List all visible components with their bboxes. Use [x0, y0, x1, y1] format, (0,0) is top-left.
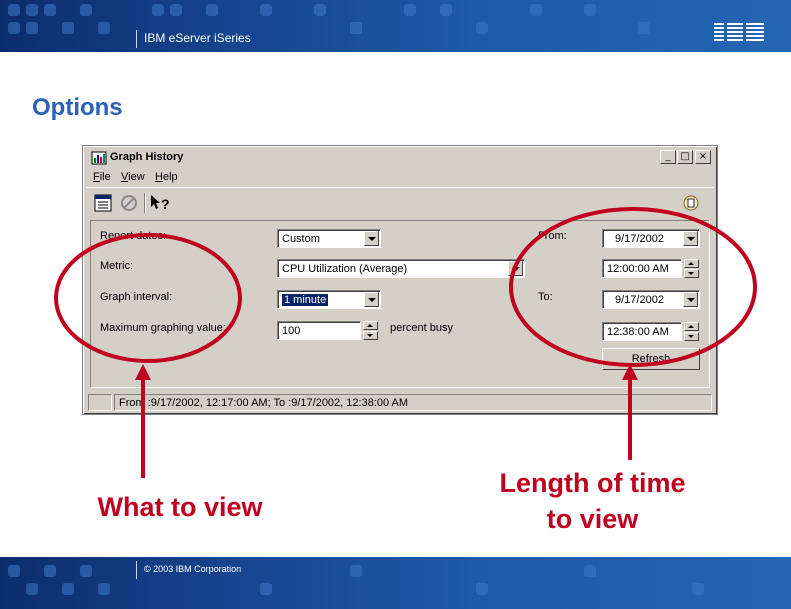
status-cell-icon: [88, 394, 112, 411]
maximize-button[interactable]: □: [677, 150, 693, 164]
to-time-spinner[interactable]: [684, 322, 699, 341]
spin-up-icon[interactable]: [684, 322, 699, 331]
ibm-logo: [714, 23, 764, 41]
spin-down-icon[interactable]: [363, 331, 378, 340]
graph-interval-label: Graph interval:: [100, 291, 173, 303]
header-banner: IBM eServer iSeries: [0, 0, 791, 52]
from-date-value: 9/17/2002: [615, 233, 664, 245]
menu-help-rest: elp: [162, 171, 178, 183]
max-value-text: 100: [282, 325, 301, 337]
status-text: From :9/17/2002, 12:17:00 AM; To :9/17/2…: [114, 394, 712, 411]
chevron-down-icon[interactable]: [364, 292, 379, 307]
window-title: Graph History: [110, 151, 184, 163]
window-titlebar[interactable]: Graph History _ □ ×: [86, 149, 714, 167]
menubar: File View Help: [86, 169, 714, 186]
footer-pattern: [8, 565, 704, 595]
graph-history-window: Graph History _ □ × File View Help ? Rep…: [82, 145, 718, 415]
spin-down-icon[interactable]: [684, 269, 699, 278]
report-dates-select[interactable]: Custom: [277, 229, 381, 248]
status-indicator-icon: [683, 195, 699, 211]
spin-down-icon[interactable]: [684, 332, 699, 341]
max-value-unit: percent busy: [390, 322, 453, 334]
to-label: To:: [538, 291, 553, 303]
to-date-value: 9/17/2002: [615, 294, 664, 306]
metric-select[interactable]: CPU Utilization (Average): [277, 259, 525, 278]
spin-up-icon[interactable]: [684, 259, 699, 268]
footer-divider: [136, 561, 137, 579]
copyright: © 2003 IBM Corporation: [144, 564, 242, 574]
to-time-value: 12:38:00 AM: [607, 326, 669, 338]
footer-banner: © 2003 IBM Corporation: [0, 557, 791, 609]
length-of-time-line1: Length of time: [499, 468, 686, 498]
from-time-input[interactable]: 12:00:00 AM: [602, 259, 682, 278]
svg-text:?: ?: [161, 196, 170, 212]
from-time-spinner[interactable]: [684, 259, 699, 278]
menu-view[interactable]: View: [121, 171, 145, 183]
toolbar-divider: [144, 193, 146, 213]
chevron-down-icon[interactable]: [364, 231, 379, 246]
max-value-input[interactable]: 100: [277, 321, 361, 340]
max-value-spinner[interactable]: [363, 321, 378, 340]
minimize-button[interactable]: _: [660, 150, 676, 164]
max-value-label: Maximum graphing value:: [100, 322, 226, 334]
to-time-input[interactable]: 12:38:00 AM: [602, 322, 682, 341]
report-dates-label: Report dates:: [100, 230, 167, 242]
toolbar-separator: [86, 187, 714, 188]
menu-file-rest: ile: [99, 171, 111, 183]
banner-divider: [136, 30, 137, 48]
whats-this-help-icon[interactable]: ?: [149, 192, 171, 214]
menu-file-mnemonic: F: [93, 171, 100, 183]
menu-file[interactable]: File: [93, 171, 111, 183]
metric-value: CPU Utilization (Average): [282, 263, 408, 275]
banner-pattern: [8, 4, 650, 34]
refresh-button[interactable]: Refresh: [602, 348, 700, 370]
menu-view-rest: iew: [128, 171, 145, 183]
to-date-select[interactable]: 9/17/2002: [602, 290, 700, 309]
spin-up-icon[interactable]: [363, 321, 378, 330]
status-bar: From :9/17/2002, 12:17:00 AM; To :9/17/2…: [86, 394, 714, 412]
report-dates-value: Custom: [282, 233, 320, 245]
product-name: IBM eServer iSeries: [144, 31, 251, 45]
from-date-select[interactable]: 9/17/2002: [602, 229, 700, 248]
stop-icon[interactable]: [118, 192, 140, 214]
length-of-time-line2: to view: [546, 504, 639, 534]
slide-title: Options: [32, 94, 123, 121]
close-button[interactable]: ×: [695, 150, 711, 164]
length-of-time-callout: Length of time to view: [470, 465, 715, 537]
what-to-view-text: What to view: [97, 492, 263, 522]
metric-label: Metric:: [100, 260, 133, 272]
graph-interval-select[interactable]: 1 minute: [277, 290, 381, 309]
app-icon: [91, 151, 107, 165]
graph-interval-value: 1 minute: [282, 294, 329, 306]
menu-help-mnemonic: H: [155, 171, 163, 183]
properties-icon[interactable]: [93, 192, 115, 214]
chevron-down-icon[interactable]: [508, 261, 523, 276]
from-label: From:: [538, 230, 567, 242]
calendar-dropdown-icon[interactable]: [683, 292, 698, 307]
menu-help[interactable]: Help: [155, 171, 178, 183]
what-to-view-callout: What to view: [70, 489, 290, 525]
calendar-dropdown-icon[interactable]: [683, 231, 698, 246]
from-time-value: 12:00:00 AM: [607, 263, 669, 275]
